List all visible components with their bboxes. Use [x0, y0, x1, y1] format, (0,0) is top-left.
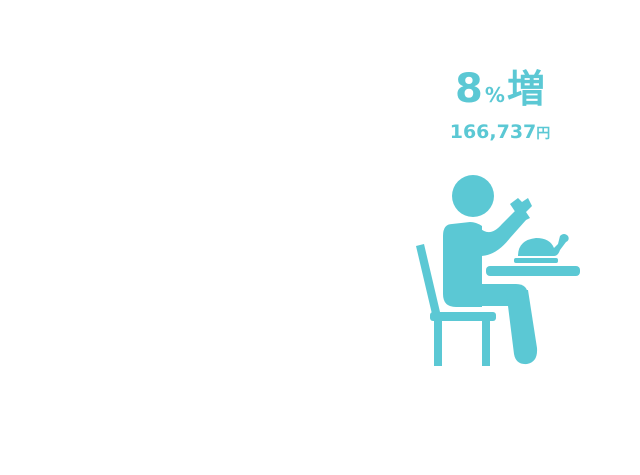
chair-leg-back: [482, 318, 490, 366]
table-top: [486, 266, 580, 276]
chicken-shape: [518, 234, 569, 256]
chair-back: [416, 244, 440, 314]
chair-leg-front: [434, 318, 442, 366]
increase-word: 増: [506, 67, 545, 111]
currency-unit: 円: [536, 126, 551, 142]
plate-shape: [514, 258, 558, 263]
increase-number: 8: [455, 66, 483, 112]
increase-rate: 8 %増: [420, 58, 580, 113]
amount-value: 166,737: [449, 121, 537, 143]
percent-sign: %: [484, 83, 505, 107]
head-shape: [452, 175, 494, 217]
amount-label: 166,737円: [420, 121, 580, 143]
shin-shape: [506, 290, 538, 365]
arm-shape: [468, 210, 526, 256]
person-eating-at-table-icon: [416, 175, 580, 366]
